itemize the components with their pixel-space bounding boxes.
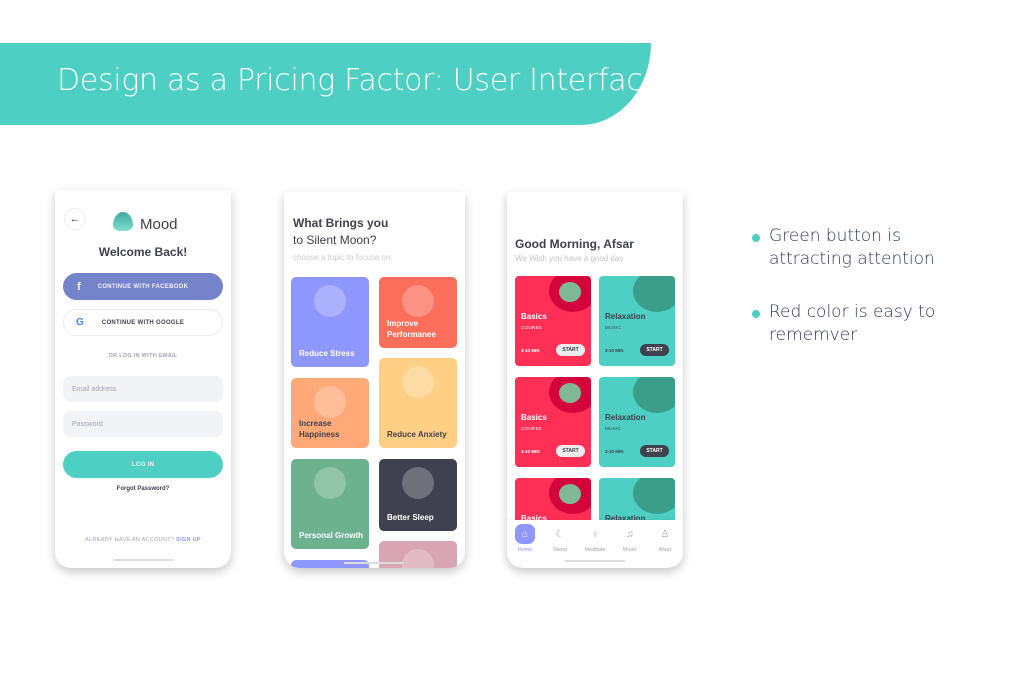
home-indicator	[565, 560, 625, 562]
illustration	[559, 484, 581, 504]
card-title: Relaxation	[605, 413, 646, 422]
google-button[interactable]: G CONTINUE WITH GOOGLE	[63, 309, 223, 336]
topic-label: Reduce Anxiety	[387, 430, 447, 439]
google-icon: G	[76, 317, 85, 328]
music-icon: ♫	[626, 528, 634, 540]
nav-home[interactable]: ⌂ Home	[508, 524, 542, 553]
divider-text: OR LOG IN WITH EMAIL	[108, 353, 178, 359]
card-type: COURSE	[521, 325, 543, 330]
start-button[interactable]: START	[640, 445, 669, 457]
illustration	[314, 386, 346, 418]
card-duration: 3-10 MIN	[521, 449, 540, 454]
card-type: MUSIC	[605, 325, 621, 330]
facebook-button[interactable]: f CONTINUE WITH FACEBOOK	[63, 273, 223, 300]
email-field[interactable]: Email address	[63, 376, 223, 402]
password-field[interactable]: Password	[63, 411, 223, 437]
nav-meditate[interactable]: ♁ Meditate	[578, 524, 612, 554]
card-duration: 3-10 MIN	[605, 449, 624, 454]
card-title: Basics	[521, 413, 547, 422]
login-screen: ← Mood Welcome Back! f CONTINUE WITH FAC…	[55, 190, 231, 568]
illustration	[402, 549, 434, 568]
start-button[interactable]: START	[556, 445, 585, 457]
topic-card[interactable]: Improve Performanee	[379, 277, 457, 348]
start-button[interactable]: START	[556, 344, 585, 356]
greeting: Good Morning, Afsar	[515, 237, 634, 251]
topic-card[interactable]: Reduce Anxiety	[379, 358, 457, 448]
user-icon: ♙	[660, 528, 670, 540]
home-indicator	[113, 559, 173, 561]
course-card[interactable]: Basics COURSE 3-10 MIN START	[515, 377, 591, 467]
illustration	[314, 285, 346, 317]
signup-link[interactable]: SIGN UP	[176, 537, 201, 543]
bottom-nav: ⌂ Home ☾ Sleep ♁ Meditate ♫ Music ♙ Afsar	[507, 520, 683, 568]
illustration	[402, 285, 434, 317]
illustration	[559, 282, 581, 302]
welcome-heading: Welcome Back!	[98, 245, 188, 259]
course-card[interactable]: Relaxation MUSIC 3-10 MIN START	[599, 377, 675, 467]
bullet-item: Red color is easy to rememver	[752, 301, 952, 347]
topics-title-1: What Brings you	[293, 216, 389, 230]
illustration	[559, 383, 581, 403]
facebook-icon: f	[77, 280, 81, 293]
nav-music[interactable]: ♫ Music	[613, 524, 647, 554]
card-duration: 3-10 MIN	[521, 348, 540, 353]
home-indicator	[344, 562, 404, 564]
forgot-password-link[interactable]: Forgot Password?	[55, 486, 231, 492]
greeting-subtitle: We Wish you have a good day	[515, 254, 624, 263]
topic-card[interactable]: Increase Happiness	[291, 378, 369, 448]
signup-row: ALREADY HAVE AN ACCOUNT? SIGN UP	[85, 537, 201, 543]
home-screen: Good Morning, Afsar We Wish you have a g…	[507, 192, 683, 568]
card-type: COURSE	[521, 426, 543, 431]
login-button[interactable]: LOG IN	[63, 451, 223, 478]
card-title: Relaxation	[605, 312, 646, 321]
topics-screen: What Brings you to Silent Moon? choose a…	[284, 192, 465, 568]
topics-subtitle: choose a topic to focuse on:	[293, 253, 393, 262]
arrow-left-icon: ←	[69, 213, 81, 225]
card-type: MUSIC	[605, 426, 621, 431]
moon-icon: ☾	[555, 528, 565, 540]
topic-card[interactable]: Better Sleep	[379, 459, 457, 531]
bullet-dot	[752, 234, 760, 242]
illustration	[402, 366, 434, 398]
mood-logo-icon	[113, 212, 133, 231]
back-button[interactable]: ←	[64, 208, 86, 230]
illustration	[633, 276, 675, 312]
illustration	[402, 467, 434, 499]
topic-label: Reduce Stress	[299, 349, 355, 358]
bullet-item: Green button is attracting attention	[752, 225, 952, 271]
illustration	[633, 377, 675, 413]
card-title: Basics	[521, 312, 547, 321]
topic-label: Personal Growth	[299, 531, 364, 540]
card-duration: 3-10 MIN	[605, 348, 624, 353]
topic-label: Better Sleep	[387, 513, 434, 522]
home-icon: ⌂	[515, 524, 535, 544]
illustration	[633, 478, 675, 514]
nav-sleep[interactable]: ☾ Sleep	[543, 524, 577, 554]
start-button[interactable]: START	[640, 344, 669, 356]
topic-card[interactable]: Reduce Stress	[291, 277, 369, 367]
bullet-dot	[752, 310, 760, 318]
topic-label: Improve Performanee	[387, 319, 436, 339]
app-name: Mood	[140, 216, 178, 233]
course-card[interactable]: Relaxation MUSIC 3-10 MIN START	[599, 276, 675, 366]
course-card[interactable]: Basics COURSE 3-10 MIN START	[515, 276, 591, 366]
illustration	[314, 467, 346, 499]
topic-label: Increase Happiness	[299, 419, 340, 439]
topics-title-2: to Silent Moon?	[293, 233, 377, 247]
nav-afsar[interactable]: ♙ Afsar	[648, 524, 682, 554]
meditate-icon: ♁	[591, 528, 599, 540]
topic-card[interactable]: Personal Growth	[291, 459, 369, 549]
page-title: Design as a Pricing Factor: User Interfa…	[57, 63, 661, 98]
